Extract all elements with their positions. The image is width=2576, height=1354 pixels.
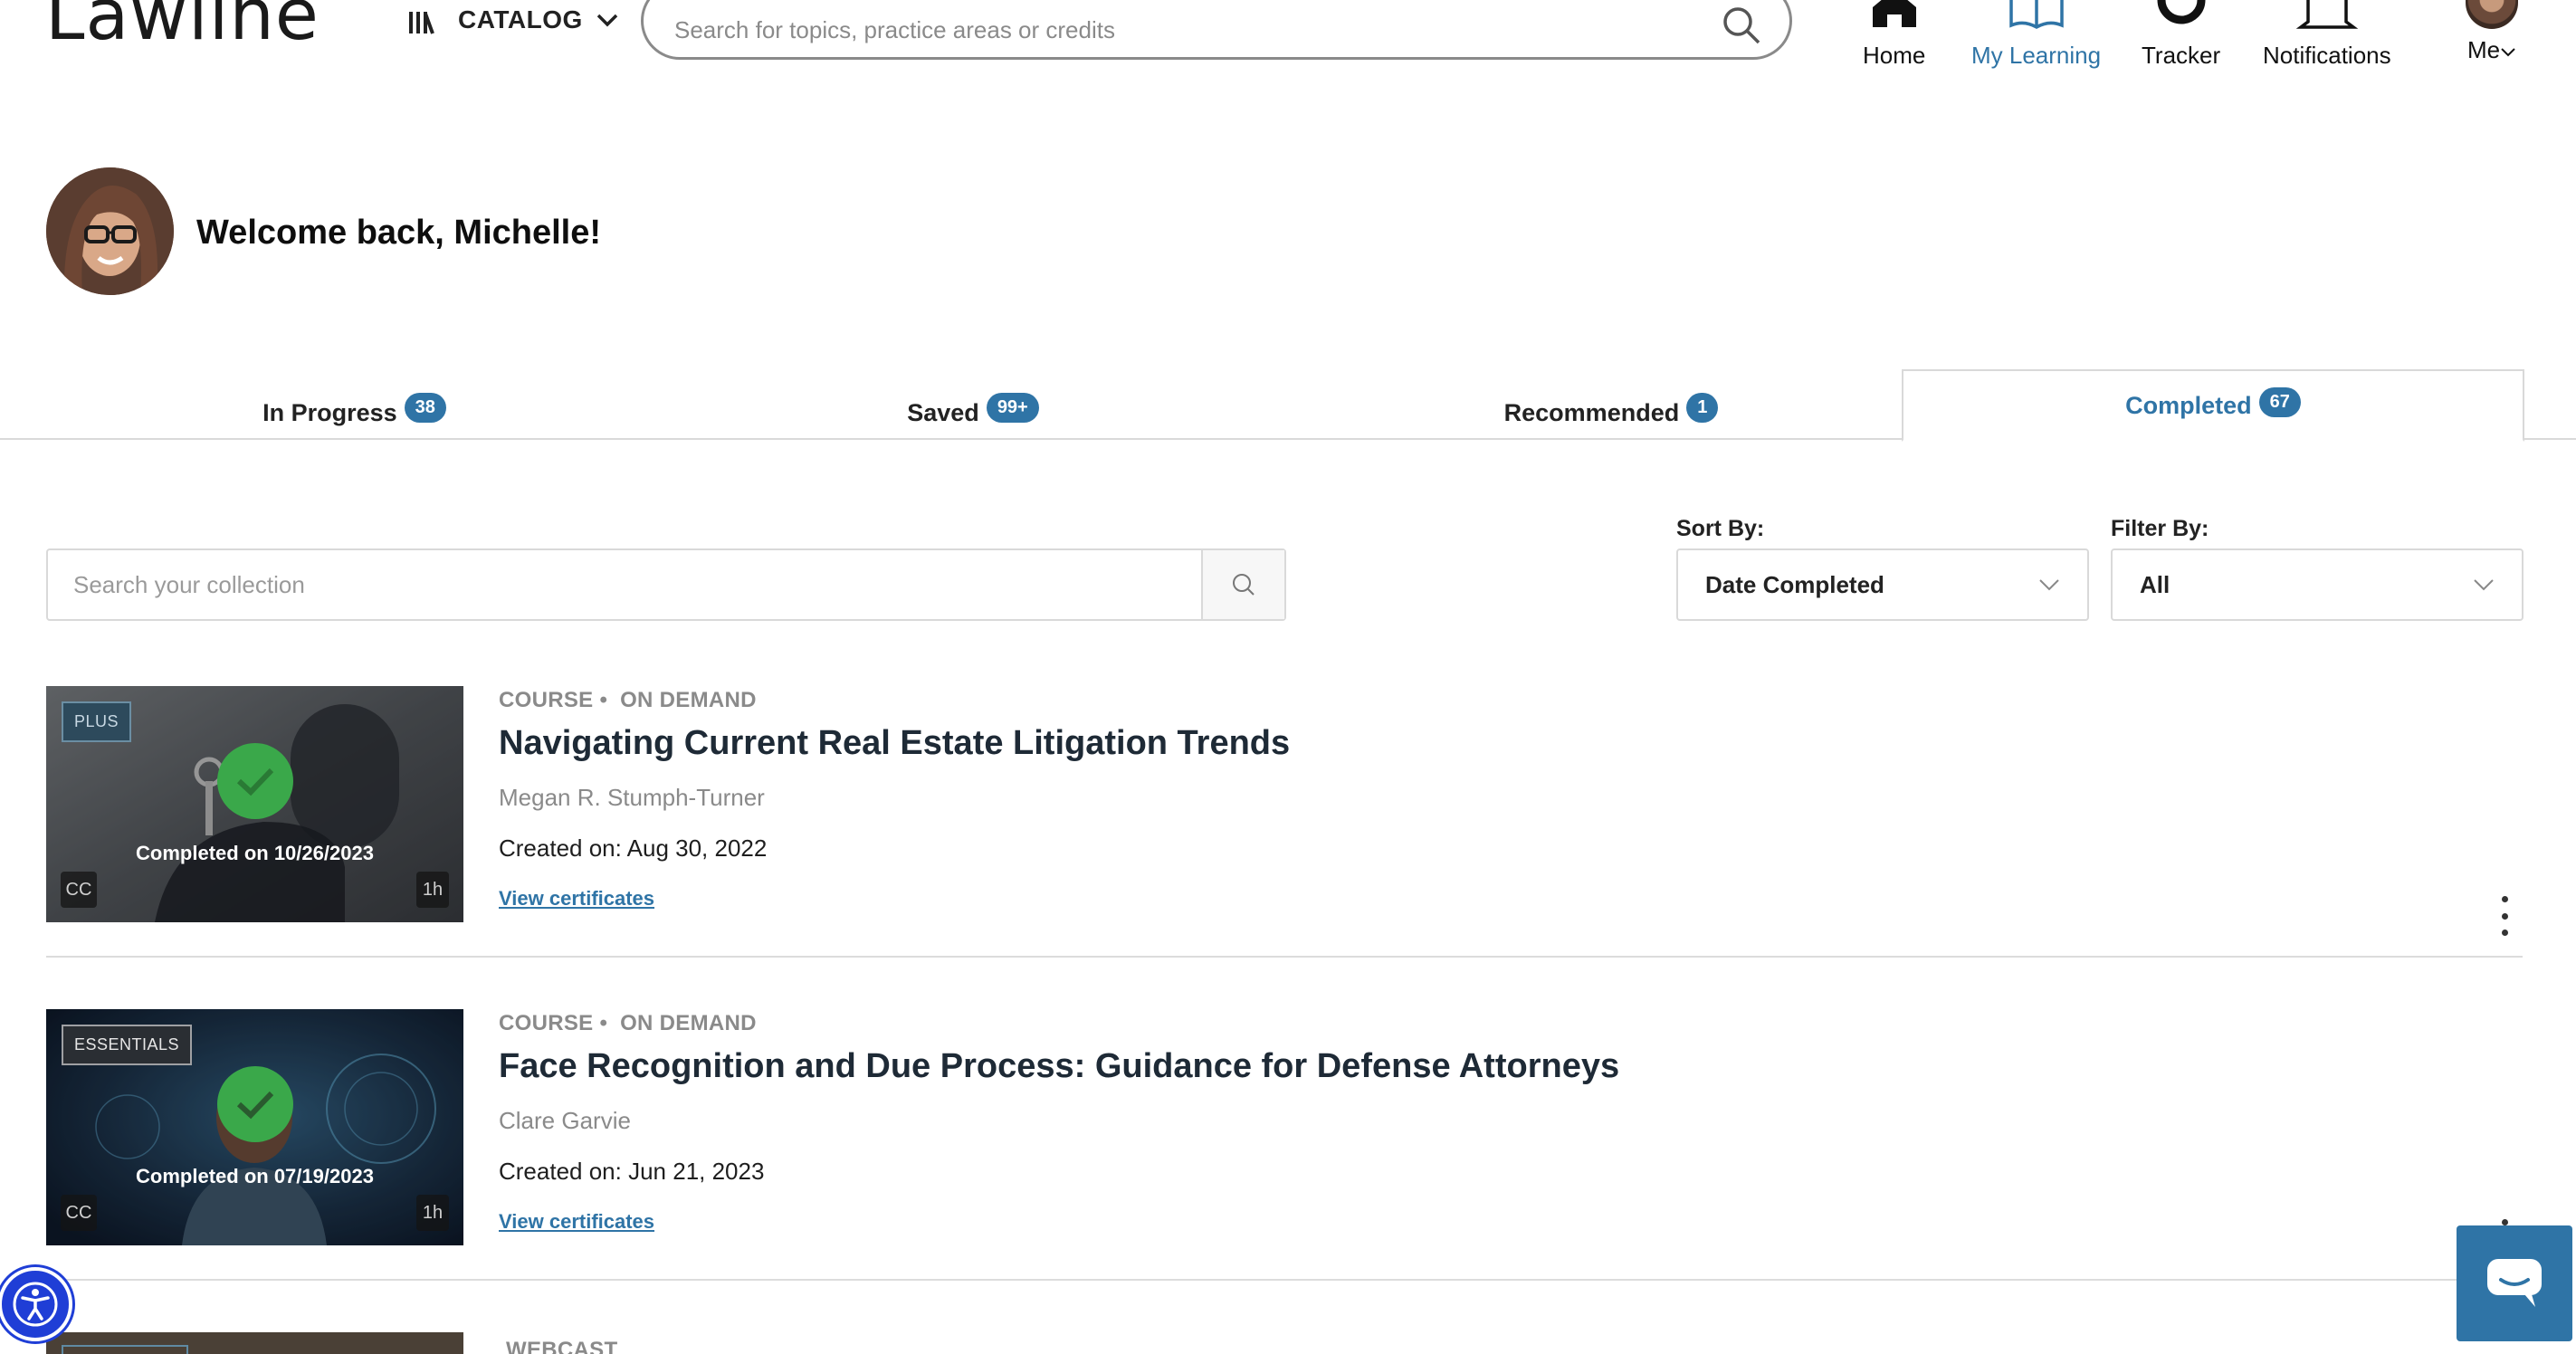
nav-home-label: Home <box>1863 42 1926 69</box>
search-icon[interactable] <box>1721 5 1762 46</box>
course-title[interactable]: Navigating Current Real Estate Litigatio… <box>499 724 1290 763</box>
kebab-menu-icon[interactable] <box>2495 896 2514 936</box>
nav-my-learning-label: My Learning <box>1971 42 2102 69</box>
collection-search-input[interactable] <box>48 550 1203 619</box>
tab-label: Saved <box>907 398 979 426</box>
nav-my-learning[interactable]: My Learning <box>1971 0 2101 70</box>
course-type: WEBCAST <box>506 1338 618 1354</box>
filter-by-label: Filter By: <box>2111 516 2209 541</box>
chevron-down-icon <box>2039 579 2059 591</box>
tab-saved[interactable]: Saved 99+ <box>634 386 1312 440</box>
count-badge: 1 <box>1686 392 1719 423</box>
closed-captions-badge: CC <box>61 872 97 908</box>
welcome-heading: Welcome back, Michelle! <box>196 214 602 252</box>
course-meta: COURSE • ON DEMAND <box>499 688 757 712</box>
nav-me-text: Me <box>2466 36 2501 63</box>
count-badge: 38 <box>404 392 446 423</box>
chevron-down-icon <box>596 14 618 27</box>
course-card: WEBCAST <box>46 1332 2523 1354</box>
view-certificates-link[interactable]: View certificates <box>499 1210 654 1234</box>
catalog-label: CATALOG <box>458 5 583 33</box>
course-card: ESSENTIALS Completed on 07/19/2023 CC 1h… <box>46 1009 2523 1281</box>
search-icon <box>1233 574 1255 596</box>
user-photo <box>46 167 174 295</box>
bell-icon <box>2295 0 2359 29</box>
completed-date: Completed on 07/19/2023 <box>136 1165 374 1187</box>
view-certificates-link[interactable]: View certificates <box>499 887 654 911</box>
tab-recommended[interactable]: Recommended 1 <box>1267 386 1955 440</box>
tracker-icon <box>2157 0 2206 24</box>
course-tier-tag: PLUS <box>62 701 132 742</box>
global-search-bar <box>641 0 1792 60</box>
accessibility-button[interactable] <box>0 1267 72 1341</box>
course-created-date: Created on: Aug 30, 2022 <box>499 834 768 862</box>
chat-widget-button[interactable] <box>2457 1225 2572 1341</box>
user-avatar <box>46 167 174 295</box>
course-created-date: Created on: Jun 21, 2023 <box>499 1158 765 1185</box>
tab-label: Recommended <box>1503 398 1680 426</box>
checkmark-icon <box>217 1066 293 1142</box>
collection-search <box>46 548 1286 621</box>
checkmark-icon <box>217 743 293 819</box>
count-badge: 67 <box>2258 386 2301 417</box>
course-title[interactable]: Face Recognition and Due Process: Guidan… <box>499 1047 1619 1086</box>
course-thumbnail[interactable] <box>46 1332 463 1354</box>
course-card: PLUS Completed on 10/26/2023 CC 1h COURS… <box>46 686 2523 958</box>
sort-by-value: Date Completed <box>1705 570 1884 598</box>
course-thumbnail[interactable]: ESSENTIALS Completed on 07/19/2023 CC 1h <box>46 1009 463 1245</box>
tab-completed[interactable]: Completed 67 <box>1902 369 2524 442</box>
chat-icon <box>2487 1259 2542 1307</box>
sort-by-select[interactable]: Date Completed <box>1676 548 2089 621</box>
user-mini-avatar <box>2466 0 2518 29</box>
nav-home[interactable]: Home <box>1863 0 1925 70</box>
nav-tracker-label: Tracker <box>2142 42 2221 69</box>
course-thumbnail[interactable]: PLUS Completed on 10/26/2023 CC 1h <box>46 686 463 922</box>
nav-notifications-label: Notifications <box>2263 42 2391 69</box>
completed-date: Completed on 10/26/2023 <box>136 842 374 864</box>
nav-tracker[interactable]: Tracker <box>2142 0 2220 70</box>
lawline-logo[interactable]: Lawline <box>45 0 320 51</box>
duration-badge: 1h <box>416 1195 449 1231</box>
nav-notifications[interactable]: Notifications <box>2263 0 2391 70</box>
books-icon <box>409 6 445 34</box>
tab-label: In Progress <box>262 398 397 426</box>
nav-me-menu[interactable]: Me <box>2466 0 2518 64</box>
course-tier-tag <box>62 1345 188 1354</box>
closed-captions-badge: CC <box>61 1195 97 1231</box>
chevron-down-icon <box>2474 579 2494 591</box>
global-search-input[interactable] <box>674 0 1670 44</box>
top-header: Lawline CATALOG Home My Learning Tracker… <box>0 0 2576 81</box>
catalog-menu-button[interactable]: CATALOG <box>409 5 619 34</box>
filter-by-select[interactable]: All <box>2111 548 2524 621</box>
course-format: ON DEMAND <box>620 1011 757 1035</box>
chevron-down-icon <box>2501 48 2515 57</box>
course-type: COURSE <box>499 1011 594 1035</box>
book-icon <box>2008 0 2064 30</box>
collection-search-button[interactable] <box>1201 550 1284 619</box>
sort-by-label: Sort By: <box>1676 516 1765 541</box>
course-format: ON DEMAND <box>620 688 757 712</box>
course-meta: COURSE • ON DEMAND <box>499 1011 757 1035</box>
duration-badge: 1h <box>416 872 449 908</box>
filter-by-value: All <box>2140 570 2171 598</box>
course-author[interactable]: Megan R. Stumph-Turner <box>499 784 765 812</box>
course-type: COURSE <box>499 688 594 712</box>
nav-me-label: Me <box>2467 36 2516 64</box>
tab-in-progress[interactable]: In Progress 38 <box>0 386 709 440</box>
home-icon <box>1872 0 1916 27</box>
learning-tabs: In Progress 38 Saved 99+ Recommended 1 C… <box>0 369 2576 442</box>
course-tier-tag: ESSENTIALS <box>62 1025 193 1065</box>
accessibility-icon <box>13 1282 58 1327</box>
tab-label: Completed <box>2125 391 2252 419</box>
course-author[interactable]: Clare Garvie <box>499 1107 631 1135</box>
count-badge: 99+ <box>986 392 1039 423</box>
